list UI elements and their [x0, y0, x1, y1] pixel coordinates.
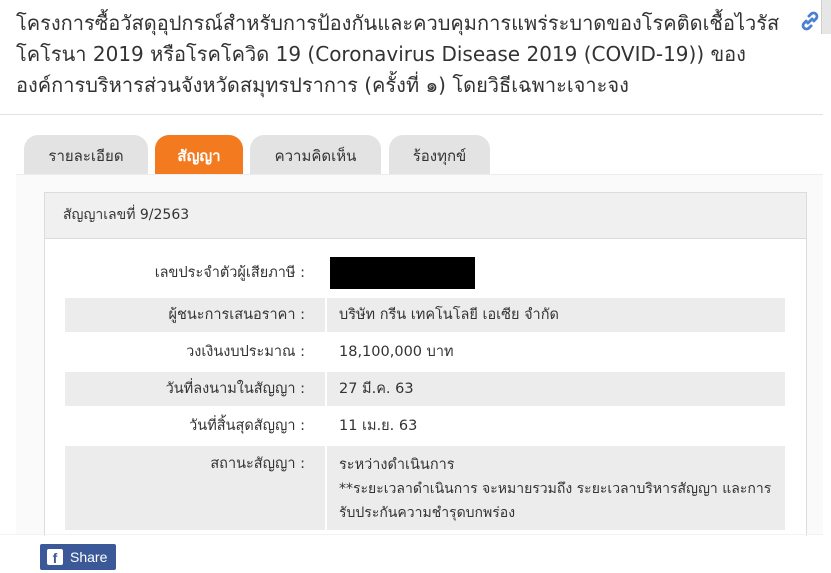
- status-note: **ระยะเวลาดำเนินการ จะหมายรวมถึง ระยะเวล…: [339, 481, 772, 521]
- tab-contract[interactable]: สัญญา: [155, 135, 243, 175]
- link-icon[interactable]: [797, 8, 823, 34]
- row-value: 18,100,000 บาท: [339, 344, 454, 360]
- detail-row-end-date: วันที่สิ้นสุดสัญญา : 11 เม.ย. 63: [65, 409, 785, 443]
- contract-card: สัญญาเลขที่ 9/2563 เลขประจำตัวผู้เสียภาษ…: [44, 192, 807, 536]
- row-label: วันที่ลงนามในสัญญา :: [65, 372, 325, 406]
- detail-row-sign-date: วันที่ลงนามในสัญญา : 27 มี.ค. 63: [65, 372, 785, 406]
- detail-row-tax-id: เลขประจำตัวผู้เสียภาษี :: [65, 257, 785, 289]
- facebook-icon: f: [47, 549, 63, 566]
- tab-details[interactable]: รายละเอียด: [24, 135, 148, 175]
- facebook-share-button[interactable]: f Share: [40, 544, 116, 570]
- redacted-tax-id: [330, 257, 475, 289]
- row-label: วันที่สิ้นสุดสัญญา :: [189, 418, 305, 434]
- detail-row-winner: ผู้ชนะการเสนอราคา : บริษัท กรีน เทคโนโลย…: [65, 298, 785, 332]
- tab-complaints[interactable]: ร้องทุกข์: [389, 135, 490, 175]
- row-value: 27 มี.ค. 63: [327, 372, 785, 406]
- row-value: ระหว่างดำเนินการ **ระยะเวลาดำเนินการ จะห…: [327, 446, 785, 530]
- share-label: Share: [70, 549, 108, 565]
- side-scroll-handle[interactable]: [821, 0, 831, 34]
- row-label: เลขประจำตัวผู้เสียภาษี :: [154, 265, 305, 281]
- project-title: โครงการซื้อวัสดุอุปกรณ์สำหรับการป้องกันแ…: [16, 11, 780, 97]
- detail-row-budget: วงเงินงบประมาณ : 18,100,000 บาท: [65, 335, 785, 369]
- row-value: 11 เม.ย. 63: [339, 418, 418, 434]
- contract-panel: สัญญาเลขที่ 9/2563 เลขประจำตัวผู้เสียภาษ…: [16, 174, 823, 536]
- tab-comments[interactable]: ความคิดเห็น: [250, 135, 381, 175]
- row-value: บริษัท กรีน เทคโนโลยี เอเซีย จำกัด: [327, 298, 785, 332]
- row-label: ผู้ชนะการเสนอราคา :: [65, 298, 325, 332]
- detail-row-status: สถานะสัญญา : ระหว่างดำเนินการ **ระยะเวลา…: [65, 446, 785, 530]
- contract-status: ระหว่างดำเนินการ: [339, 457, 455, 473]
- row-label: สถานะสัญญา :: [65, 446, 325, 530]
- row-label: วงเงินงบประมาณ :: [186, 344, 305, 360]
- tab-bar: รายละเอียด สัญญา ความคิดเห็น ร้องทุกข์: [0, 114, 823, 175]
- divider: [0, 534, 823, 535]
- contract-number-header: สัญญาเลขที่ 9/2563: [45, 193, 806, 239]
